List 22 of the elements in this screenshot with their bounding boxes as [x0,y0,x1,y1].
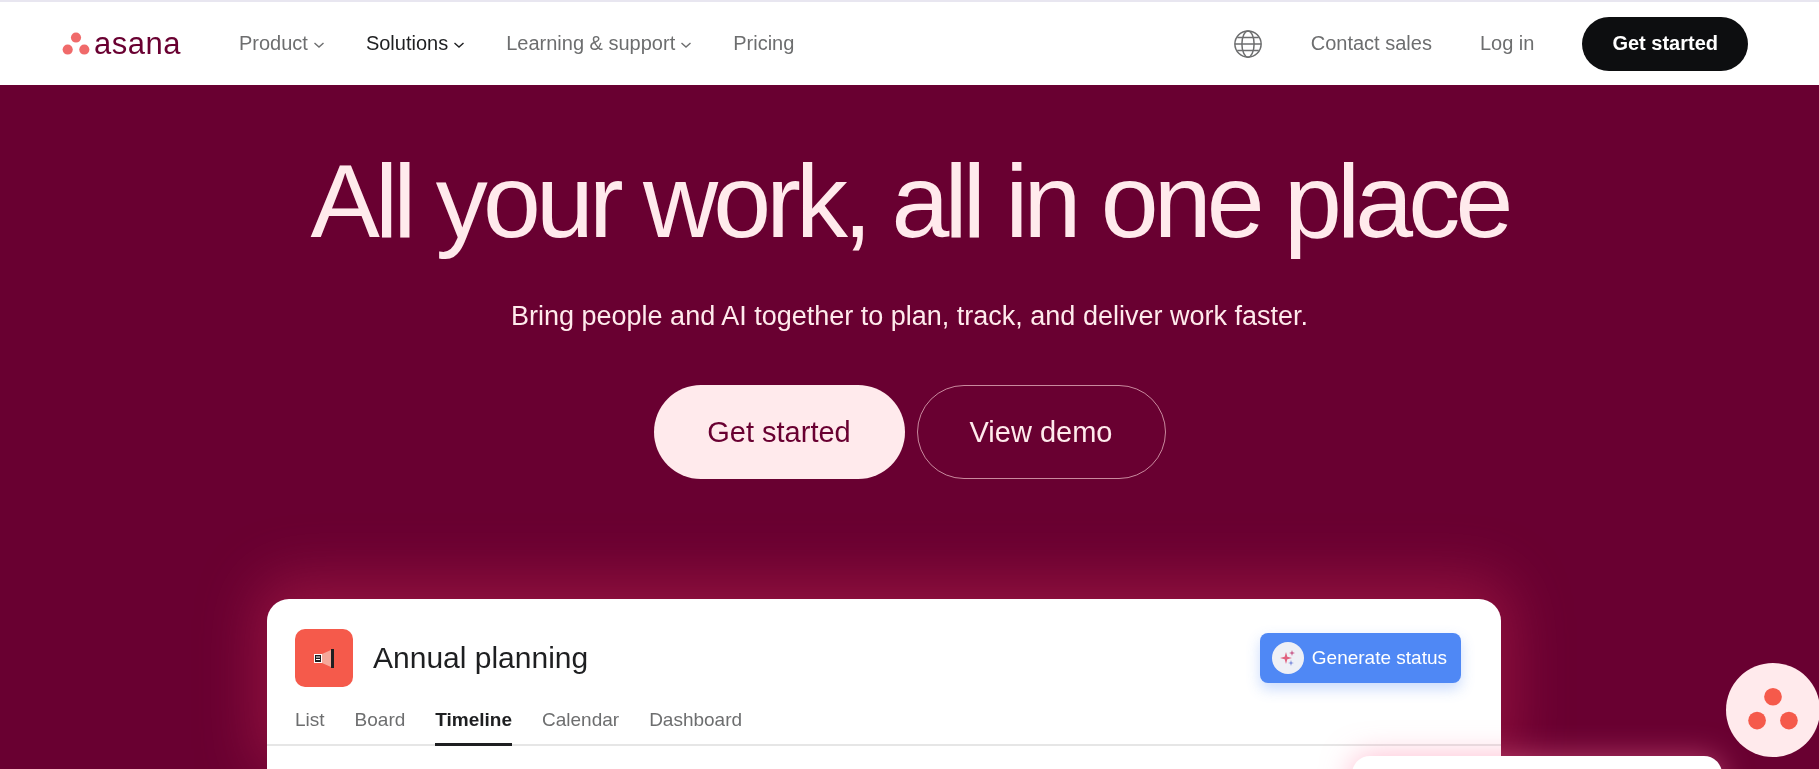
globe-icon[interactable] [1232,28,1263,59]
generate-status-button[interactable]: Generate status [1259,633,1461,684]
view-tab[interactable]: Board [354,701,406,747]
contact-sales-link[interactable]: Contact sales [1310,32,1432,55]
nav-link[interactable]: Learning & support [506,32,693,55]
view-tab[interactable]: List [295,701,325,747]
log-in-link[interactable]: Log in [1479,32,1535,55]
view-tab[interactable]: Timeline [435,701,512,747]
project-title: Annual planning [373,641,590,676]
headline: All your work, all in one place [310,147,1509,257]
megaphone-icon [295,629,353,688]
dots-icon [62,31,90,56]
get-started-button[interactable]: Get started [653,385,905,480]
subtitle: Bring people and AI together to plan, track, and deliver work faster. [511,301,1308,333]
get-started-button[interactable]: Get started [1582,16,1748,71]
view-tab[interactable]: Calendar [542,701,620,747]
sparkle-icon [1271,642,1304,675]
logo-link[interactable]: asana [62,25,181,62]
nav-link[interactable]: Pricing [733,32,795,55]
nav-link[interactable]: Product [238,32,325,55]
nav-link[interactable]: Solutions [365,32,466,55]
view-tab[interactable]: Dashboard [649,701,743,747]
